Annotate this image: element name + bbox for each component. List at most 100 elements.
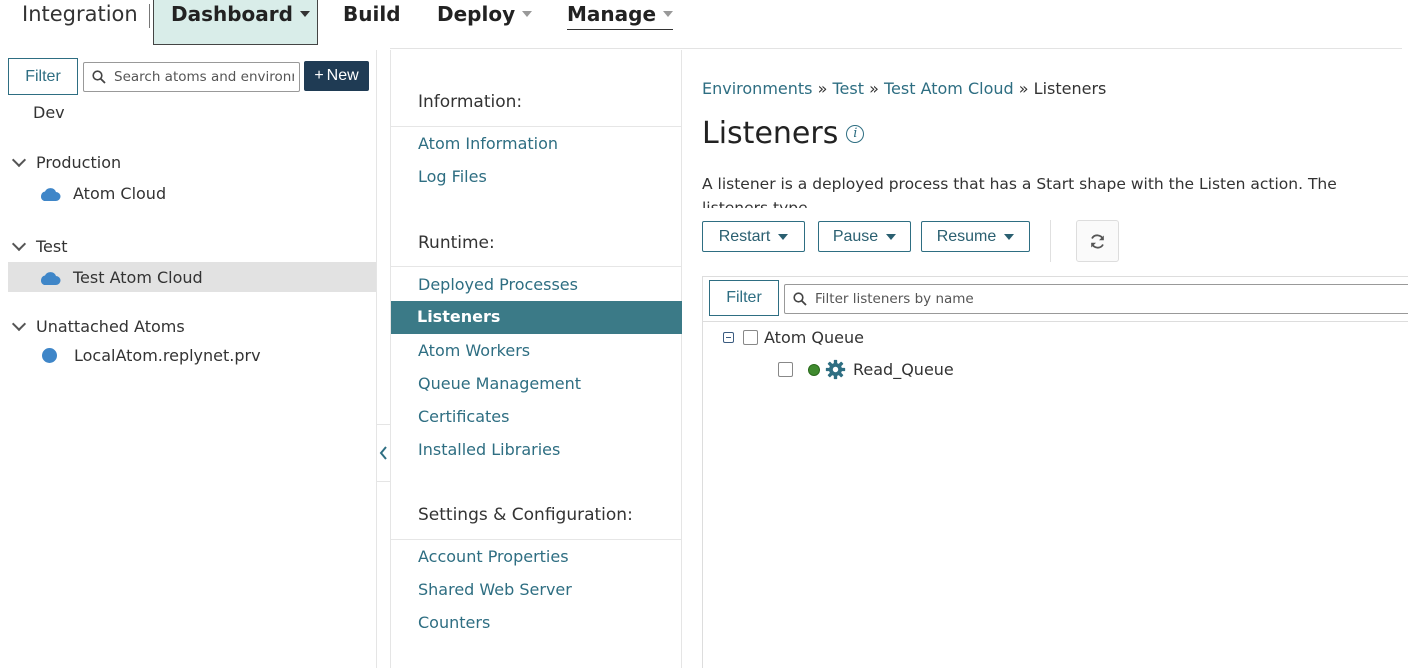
page-title: Listeners i: [702, 116, 865, 151]
cloud-icon: [40, 187, 61, 201]
group-checkbox[interactable]: [743, 330, 758, 345]
breadcrumb-environments[interactable]: Environments: [702, 79, 813, 98]
nav-tab-manage[interactable]: Manage: [567, 2, 674, 30]
nav-link-deployed-processes[interactable]: Deployed Processes: [418, 275, 578, 294]
nav-link-installed-libraries[interactable]: Installed Libraries: [418, 440, 560, 459]
toolbar-separator: [1050, 220, 1051, 262]
sidebar-search[interactable]: [83, 62, 300, 92]
collapse-icon[interactable]: [723, 332, 734, 343]
breadcrumb-separator: »: [1018, 79, 1029, 98]
nav-link-atom-information[interactable]: Atom Information: [418, 134, 558, 153]
page-title-text: Listeners: [702, 116, 839, 151]
tree-item-label: LocalAtom.replynet.prv: [74, 346, 261, 365]
nav-tab-dashboard[interactable]: Dashboard: [153, 0, 318, 45]
list-divider: [703, 321, 1408, 322]
tree-group-test[interactable]: Test: [11, 236, 68, 256]
tree-group-label: Production: [36, 153, 122, 172]
tree-item-atom-cloud[interactable]: Atom Cloud: [39, 184, 166, 203]
chevron-left-icon: [379, 446, 387, 460]
listener-filter-button[interactable]: Filter: [709, 280, 779, 316]
nav-link-listeners[interactable]: Listeners: [391, 301, 682, 334]
nav-tab-build-label: Build: [343, 2, 401, 26]
breadcrumb-test[interactable]: Test: [832, 79, 864, 98]
breadcrumb-current: Listeners: [1033, 79, 1107, 98]
nav-link-account-properties[interactable]: Account Properties: [418, 547, 569, 566]
breadcrumb-separator: »: [817, 79, 828, 98]
nav-tab-deploy[interactable]: Deploy: [437, 2, 533, 26]
search-icon: [92, 70, 106, 84]
nav-link-atom-workers[interactable]: Atom Workers: [418, 341, 530, 360]
nav-tab-build[interactable]: Build: [343, 2, 401, 26]
listener-search[interactable]: [784, 284, 1408, 314]
refresh-icon: [1091, 233, 1104, 249]
section-heading-information: Information:: [418, 92, 523, 112]
chevron-down-icon: [1004, 233, 1015, 240]
chevron-down-icon[interactable]: [11, 236, 27, 252]
section-heading-settings: Settings & Configuration:: [418, 505, 633, 525]
restart-button[interactable]: Restart: [702, 221, 805, 252]
chevron-down-icon: [778, 233, 789, 240]
sidebar-filter-button[interactable]: Filter: [8, 58, 78, 95]
pause-button[interactable]: Pause: [818, 221, 911, 252]
tree-group-label: Unattached Atoms: [36, 317, 185, 336]
pause-button-label: Pause: [832, 227, 879, 245]
chevron-down-icon: [522, 11, 533, 17]
gear-icon: [825, 359, 846, 380]
atom-detail-nav: Information: Atom Information Log Files …: [390, 50, 682, 668]
section-divider: [391, 266, 681, 267]
section-heading-runtime: Runtime:: [418, 233, 495, 253]
brand-separator: [149, 4, 150, 28]
atom-sidebar: Filter +New Dev Production Atom Cloud Te…: [0, 50, 377, 668]
breadcrumb-test-atom-cloud[interactable]: Test Atom Cloud: [884, 79, 1014, 98]
listener-search-input[interactable]: [813, 290, 1377, 308]
nav-link-queue-management[interactable]: Queue Management: [418, 374, 581, 393]
cloud-icon: [40, 271, 61, 285]
resume-button[interactable]: Resume: [921, 221, 1030, 252]
nav-link-counters[interactable]: Counters: [418, 613, 490, 632]
chevron-down-icon[interactable]: [11, 316, 27, 332]
chevron-down-icon[interactable]: [11, 152, 27, 168]
list-item: Read_Queue: [778, 359, 954, 380]
atom-dot-icon: [42, 348, 57, 363]
info-icon[interactable]: i: [846, 124, 865, 143]
list-group-atom-queue: Atom Queue: [723, 328, 864, 347]
breadcrumb-separator: »: [869, 79, 879, 98]
collapse-sidebar-button[interactable]: [376, 424, 390, 482]
listeners-panel: Environments » Test » Test Atom Cloud » …: [682, 50, 1408, 668]
active-tab-underline: [567, 29, 674, 30]
breadcrumb: Environments » Test » Test Atom Cloud » …: [702, 79, 1106, 98]
tree-item-label: Atom Cloud: [73, 184, 167, 203]
tree-item-test-atom-cloud[interactable]: Test Atom Cloud: [39, 268, 203, 287]
tree-group-production[interactable]: Production: [11, 152, 122, 172]
plus-icon: +: [314, 67, 324, 84]
listener-checkbox[interactable]: [778, 362, 793, 377]
page-description: A listener is a deployed process that ha…: [702, 175, 1337, 208]
listener-name[interactable]: Read_Queue: [853, 360, 954, 379]
status-running-icon: [808, 363, 820, 376]
nav-tab-deploy-label: Deploy: [437, 2, 516, 26]
new-button-label: New: [326, 67, 359, 84]
chevron-down-icon: [299, 11, 310, 17]
search-icon: [793, 292, 807, 306]
refresh-button[interactable]: [1076, 220, 1119, 262]
tree-item-local-atom[interactable]: LocalAtom.replynet.prv: [38, 346, 261, 365]
nav-divider: [390, 48, 1402, 49]
nav-tab-dashboard-label: Dashboard: [171, 2, 293, 26]
nav-link-shared-web-server[interactable]: Shared Web Server: [418, 580, 572, 599]
nav-link-certificates[interactable]: Certificates: [418, 407, 509, 426]
brand-name[interactable]: Integration: [22, 2, 138, 26]
sidebar-collapse-strip: [376, 50, 390, 668]
listener-list: Filter Atom Queue: [702, 276, 1408, 668]
search-input[interactable]: [112, 68, 296, 86]
tree-group-unattached-atoms[interactable]: Unattached Atoms: [11, 316, 185, 336]
tree-item-dev[interactable]: Dev: [33, 103, 65, 122]
top-navigation: Integration Dashboard Build Deploy Manag…: [0, 0, 1408, 50]
tree-item-label: Dev: [33, 103, 65, 122]
section-divider: [391, 539, 681, 540]
group-label: Atom Queue: [764, 328, 864, 347]
nav-link-log-files[interactable]: Log Files: [418, 167, 487, 186]
chevron-down-icon: [886, 233, 897, 240]
new-button[interactable]: + New: [304, 61, 369, 91]
tree-item-label: Test Atom Cloud: [73, 268, 203, 287]
nav-tab-manage-label: Manage: [567, 2, 657, 26]
